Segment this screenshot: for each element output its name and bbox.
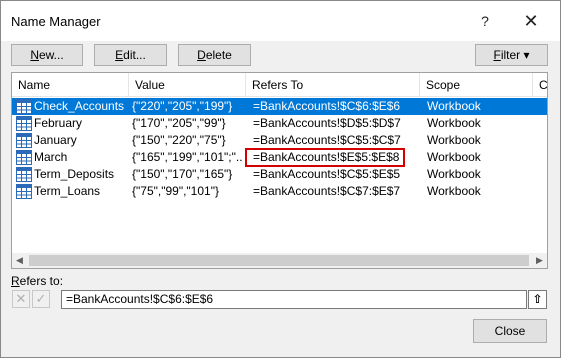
table-row[interactable]: January {"150","220","75"} =BankAccounts!$… [12,132,547,149]
column-header-comment[interactable]: C [533,73,547,97]
title-bar: Name Manager ? ✕ [1,1,560,41]
table-row[interactable]: February {"170","205","99"} =BankAccounts!… [12,115,547,132]
scrollbar-thumb[interactable] [29,255,529,266]
named-range-icon [16,150,32,165]
row-name: January [34,133,77,147]
row-value: {"75","99","101"} [132,184,219,198]
named-range-icon [16,184,32,199]
column-header-refers-to[interactable]: Refers To [246,73,420,97]
column-header-name[interactable]: Name [12,73,129,97]
named-range-icon [16,99,32,114]
column-header-scope[interactable]: Scope [420,73,533,97]
help-button[interactable]: ? [467,7,503,35]
row-refers-to: =BankAccounts!$C$6:$E$6 [253,99,401,113]
named-range-icon [16,116,32,131]
confirm-edit-icon[interactable]: ✓ [32,290,50,308]
table-row[interactable]: Term_Deposits {"150","170","165"} =BankAcc… [12,166,547,183]
row-value: {"150","220","75"} [132,133,226,147]
filter-button[interactable]: Filter ▾ [475,44,548,66]
row-scope: Workbook [427,99,481,113]
refers-to-label-text: efers to: [19,274,64,288]
table-row[interactable]: Term_Loans {"75","99","101"} =BankAccounts… [12,183,547,200]
horizontal-scrollbar[interactable]: ◀ ▶ [12,253,547,268]
names-list[interactable]: Name Value Refers To Scope C Check_Accou… [11,72,548,269]
row-refers-to: =BankAccounts!$C$7:$E$7 [253,184,401,198]
row-name: March [34,150,68,164]
row-scope: Workbook [427,133,481,147]
column-header-value[interactable]: Value [129,73,246,97]
scroll-right-icon[interactable]: ▶ [532,253,547,268]
new-accel: N [30,48,39,62]
named-range-icon [16,133,32,148]
row-name: Term_Deposits [34,167,115,181]
edit-accel: E [115,48,124,62]
close-icon[interactable]: ✕ [513,7,549,35]
row-name: Term_Loans [34,184,101,198]
refers-to-accel: R [11,274,20,288]
row-value: {"150","170","165"} [132,167,233,181]
chevron-down-icon: ▾ [523,48,530,62]
row-refers-to: =BankAccounts!$C$5:$C$7 [253,133,401,147]
dialog-title: Name Manager [11,14,101,29]
delete-button[interactable]: Delete [178,44,251,66]
table-row[interactable]: March {"165","199","101";"... =BankAccount… [12,148,547,167]
name-manager-dialog: Name Manager ? ✕ New... Edit... Delete F… [0,0,561,358]
filter-label: ilter [500,48,521,62]
row-refers-to: =BankAccounts!$D$5:$D$7 [253,116,401,130]
new-label: ew... [38,48,64,62]
row-refers-to: =BankAccounts!$C$5:$E$5 [253,167,401,181]
named-range-icon [16,167,32,182]
delete-accel: D [197,48,206,62]
delete-label: elete [205,48,232,62]
row-value: {"220","205","199"} [132,99,233,113]
row-scope: Workbook [427,184,481,198]
row-scope: Workbook [427,167,481,181]
cancel-edit-icon[interactable]: ✕ [12,290,30,308]
scroll-left-icon[interactable]: ◀ [12,253,27,268]
new-button[interactable]: New... [11,44,83,66]
filter-accel: F [493,48,501,62]
row-scope: Workbook [427,116,481,130]
highlight-annotation-box [245,148,405,167]
row-value: {"165","199","101";"... [132,150,242,164]
edit-button[interactable]: Edit... [94,44,167,66]
close-button[interactable]: Close [473,319,547,343]
refers-to-label: Refers to: [11,274,63,288]
edit-label: dit... [123,48,146,62]
row-name: Check_Accounts [34,99,125,113]
row-value: {"170","205","99"} [132,116,226,130]
table-row[interactable]: Check_Accounts {"220","205","199"} =BankAc… [12,98,547,115]
collapse-dialog-icon[interactable]: ⇧ [528,290,547,309]
refers-to-field[interactable]: =BankAccounts!$C$6:$E$6 [61,290,527,309]
list-header: Name Value Refers To Scope C [12,73,547,97]
row-name: February [34,116,83,130]
row-scope: Workbook [427,150,481,164]
